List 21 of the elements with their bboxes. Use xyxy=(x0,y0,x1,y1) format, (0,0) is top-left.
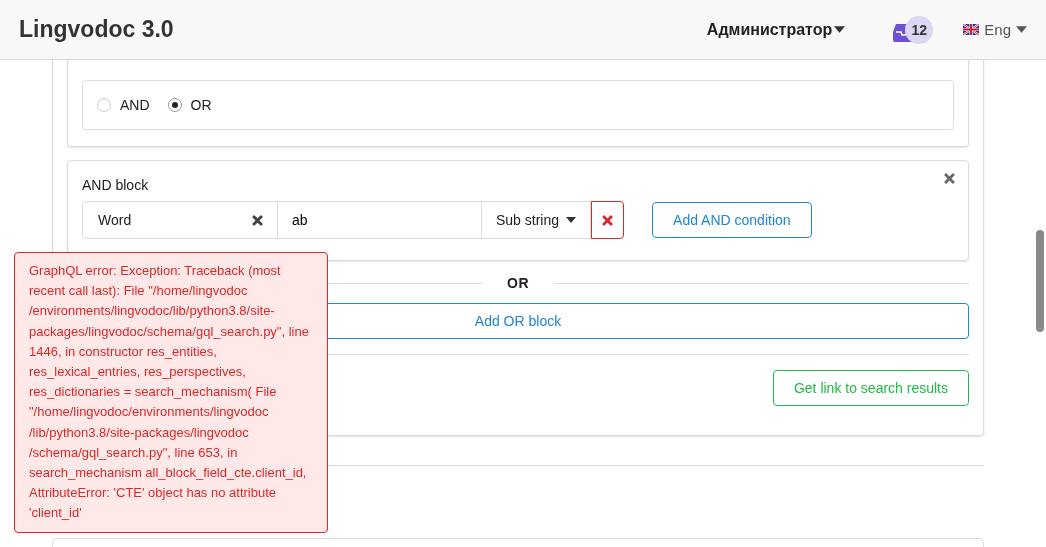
close-icon xyxy=(602,214,614,226)
value-input[interactable]: ab xyxy=(278,201,482,239)
caret-icon xyxy=(834,26,846,33)
scrollbar-thumb[interactable] xyxy=(1036,230,1044,332)
flag-icon xyxy=(963,24,980,35)
notification-count: 12 xyxy=(905,15,934,44)
or-separator: OR xyxy=(506,275,530,291)
field-select[interactable]: Word xyxy=(82,201,278,239)
delete-condition-button[interactable] xyxy=(591,201,625,239)
user-menu[interactable]: Администратор xyxy=(706,20,846,39)
mode-radio[interactable]: OR xyxy=(167,97,212,113)
error-toast: GraphQL error: Exception: Traceback (most recent call last): File "/home/lingvodoc /environments/lingvodoc/lib/python3.8/site-packages/lingvodoc/schema/gql_search.py", line 1446, in constructor res_entities, res_lexical_entries, res_perspectives, res_dictionaries = search_mechanism( File "/home/lingvodoc/environments/lingvodoc /lib/python3.8/site-packages/lingvodoc /schema/gql_search.py", line 653, in search_mechanism all_block_field_cte.client_id, AttributeError: 'CTE' object has no attribute 'client_id' xyxy=(14,252,328,533)
clear-icon[interactable] xyxy=(252,214,263,226)
caret-icon xyxy=(566,217,577,223)
mode-radio[interactable]: AND xyxy=(97,97,150,113)
language-menu[interactable]: Eng xyxy=(963,21,1027,38)
add-and-condition-button[interactable]: Add AND condition xyxy=(652,202,812,238)
caret-icon xyxy=(1016,26,1027,33)
block-title: AND block xyxy=(82,177,149,193)
close-icon[interactable] xyxy=(944,173,955,184)
app-logo[interactable]: Lingvodoc 3.0 xyxy=(19,16,174,43)
